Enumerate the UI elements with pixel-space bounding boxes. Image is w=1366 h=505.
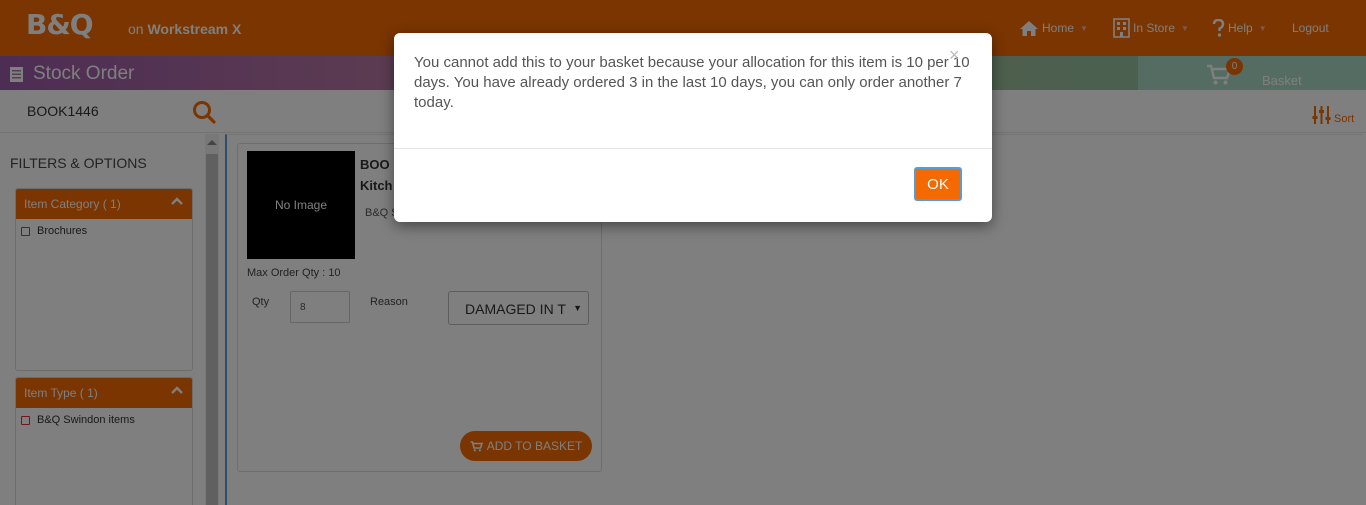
dialog-message: You cannot add this to your basket becau…	[414, 54, 970, 111]
dialog-divider	[394, 148, 992, 149]
close-icon[interactable]: ×	[949, 45, 960, 66]
allocation-warning-dialog: You cannot add this to your basket becau…	[394, 33, 992, 222]
ok-button[interactable]: OK	[914, 167, 962, 201]
